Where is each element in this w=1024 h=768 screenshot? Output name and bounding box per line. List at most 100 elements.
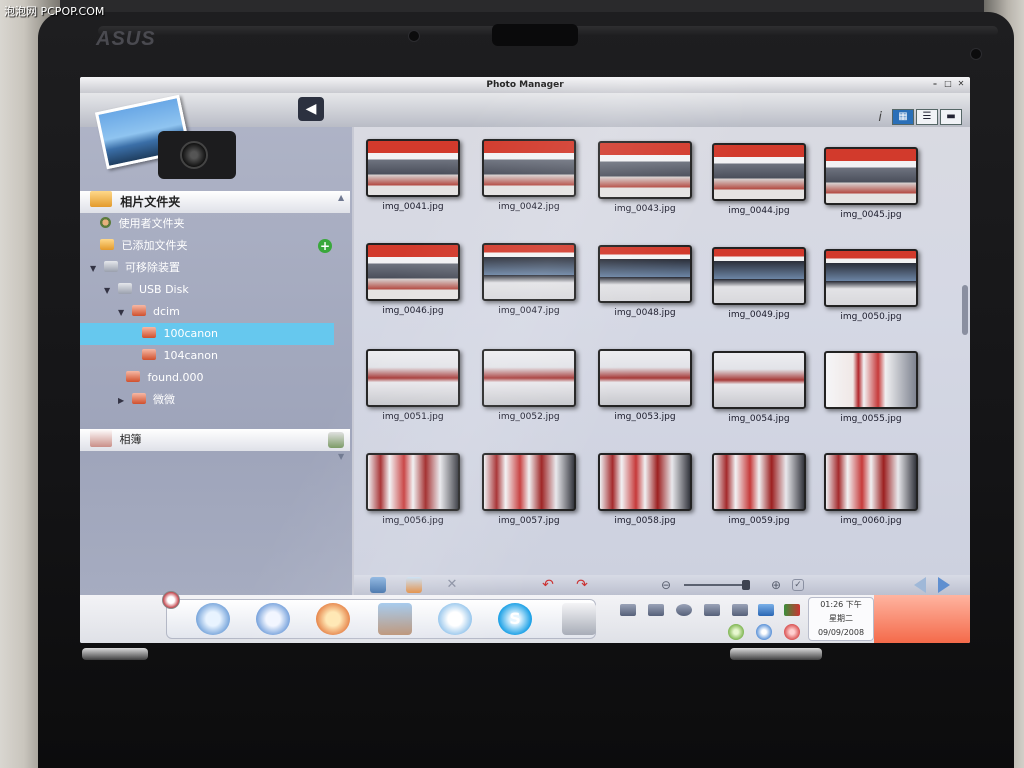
collapse-arrow-icon[interactable]: ▼ [90, 258, 100, 280]
thumbnail-image[interactable] [824, 249, 918, 307]
delete-icon[interactable]: ✕ [444, 577, 460, 593]
photo-thumbnail[interactable]: img_0041.jpg [366, 139, 460, 213]
sidebar-item-weiwei[interactable]: ▶ 微微 [80, 389, 350, 411]
photo-thumbnail[interactable]: img_0055.jpg [824, 351, 918, 425]
tray-battery-icon[interactable] [784, 604, 800, 616]
photo-thumbnail[interactable]: img_0045.jpg [824, 147, 918, 221]
add-folder-icon[interactable]: + [318, 239, 332, 253]
sidebar-item-user-folders[interactable]: 使用者文件夹 [80, 213, 350, 235]
internet-icon[interactable] [196, 603, 230, 635]
info-icon[interactable]: i [878, 110, 882, 125]
thumbnail-image[interactable] [824, 351, 918, 409]
collapse-arrow-icon[interactable]: ▼ [104, 280, 114, 302]
tray-help-icon[interactable] [728, 624, 744, 640]
minimize-icon[interactable]: – [930, 79, 940, 89]
next-page-icon[interactable] [938, 577, 950, 593]
start-orb-icon[interactable] [162, 591, 180, 609]
media-icon[interactable] [256, 603, 290, 635]
photo-thumbnail[interactable]: img_0058.jpg [598, 453, 692, 527]
tray-keyboard-icon[interactable] [704, 604, 720, 616]
sidebar-item-added-folders[interactable]: 已添加文件夹 + [80, 235, 350, 257]
thumbnail-image[interactable] [712, 453, 806, 511]
photo-thumbnail[interactable]: img_0059.jpg [712, 453, 806, 527]
album-header[interactable]: 相簿 [80, 429, 350, 451]
zoom-out-icon[interactable]: ⊖ [658, 577, 674, 593]
photo-thumbnail[interactable]: img_0054.jpg [712, 351, 806, 425]
thumbnail-image[interactable] [482, 349, 576, 407]
photo-manager-icon[interactable] [378, 603, 412, 635]
back-arrow-icon[interactable]: ◀ [298, 97, 324, 121]
thumbnail-image[interactable] [366, 453, 460, 511]
previous-page-icon[interactable] [914, 577, 926, 593]
photo-thumbnail[interactable]: img_0049.jpg [712, 247, 806, 321]
upload-icon[interactable] [370, 577, 386, 593]
tray-camera-icon[interactable] [620, 604, 636, 616]
photo-thumbnail[interactable]: img_0050.jpg [824, 249, 918, 323]
thumbnail-image[interactable] [482, 243, 576, 301]
thumbnail-image[interactable] [366, 349, 460, 407]
thumbnail-image[interactable] [824, 453, 918, 511]
sidebar-item-found000[interactable]: found.000 [80, 367, 350, 389]
grid-view-icon[interactable]: ▦ [892, 109, 914, 125]
expand-arrow-icon[interactable]: ▶ [118, 390, 128, 412]
sidebar-item-100canon[interactable]: 100canon [80, 323, 334, 345]
preview-view-icon[interactable]: ▬ [940, 109, 962, 125]
sidebar-item-usb-disk[interactable]: ▼ USB Disk [80, 279, 350, 301]
window-title: Photo Manager [486, 80, 564, 90]
thumbnail-image[interactable] [366, 139, 460, 197]
photo-thumbnail[interactable]: img_0052.jpg [482, 349, 576, 423]
tray-display-icon[interactable] [648, 604, 664, 616]
photo-thumbnail[interactable]: img_0043.jpg [598, 141, 692, 215]
collapse-arrow-icon[interactable]: ▼ [118, 302, 128, 324]
settings-icon[interactable] [562, 603, 596, 635]
scroll-up-icon[interactable]: ▲ [338, 193, 346, 202]
share-icon[interactable] [406, 577, 422, 593]
skype-icon[interactable]: S [498, 603, 532, 635]
rotate-right-icon[interactable]: ↷ [574, 577, 590, 593]
thumbnail-image[interactable] [482, 453, 576, 511]
photo-thumbnail[interactable]: img_0042.jpg [482, 139, 576, 213]
thumbnail-image[interactable] [712, 143, 806, 201]
thumbnail-image[interactable] [598, 349, 692, 407]
grid-scrollbar[interactable] [962, 285, 968, 335]
thumbnail-image[interactable] [712, 247, 806, 305]
photo-thumbnail[interactable]: img_0046.jpg [366, 243, 460, 317]
sidebar-item-removable[interactable]: ▼ 可移除装置 [80, 257, 350, 279]
photo-thumbnail[interactable]: img_0044.jpg [712, 143, 806, 217]
list-view-icon[interactable]: ☰ [916, 109, 938, 125]
zoom-slider-knob[interactable] [742, 580, 750, 590]
thumbnail-image[interactable] [598, 141, 692, 199]
thumbnail-image[interactable] [366, 243, 460, 301]
clock[interactable]: 01:26 下午 星期二 09/09/2008 [808, 597, 874, 641]
tray-disc-icon[interactable] [676, 604, 692, 616]
photo-thumbnail[interactable]: img_0048.jpg [598, 245, 692, 319]
add-album-icon[interactable] [328, 432, 344, 448]
photo-folders-header[interactable]: 相片文件夹 [80, 191, 350, 213]
tray-monitor-icon[interactable] [732, 604, 748, 616]
photo-thumbnail[interactable]: img_0057.jpg [482, 453, 576, 527]
thumbnail-image[interactable] [824, 147, 918, 205]
thumbnail-image[interactable] [482, 139, 576, 197]
close-icon[interactable]: ✕ [956, 79, 966, 89]
tray-network-icon[interactable] [758, 604, 774, 616]
power-icon[interactable] [784, 624, 800, 640]
zoom-slider[interactable] [684, 584, 750, 586]
thumbnail-image[interactable] [712, 351, 806, 409]
music-icon[interactable] [316, 603, 350, 635]
thumbnail-image[interactable] [598, 245, 692, 303]
photo-thumbnail[interactable]: img_0051.jpg [366, 349, 460, 423]
photo-thumbnail[interactable]: img_0053.jpg [598, 349, 692, 423]
zoom-in-icon[interactable]: ⊕ [768, 577, 784, 593]
rotate-left-icon[interactable]: ↶ [540, 577, 556, 593]
maximize-icon[interactable]: □ [943, 79, 953, 89]
photo-thumbnail[interactable]: img_0060.jpg [824, 453, 918, 527]
fit-checkbox[interactable]: ✓ [792, 579, 804, 591]
sidebar-item-dcim[interactable]: ▼ dcim [80, 301, 350, 323]
sidebar-item-104canon[interactable]: 104canon [80, 345, 350, 367]
photo-thumbnail[interactable]: img_0056.jpg [366, 453, 460, 527]
tray-info-icon[interactable] [756, 624, 772, 640]
chat-icon[interactable] [438, 603, 472, 635]
scroll-down-icon[interactable]: ▼ [338, 452, 346, 461]
thumbnail-image[interactable] [598, 453, 692, 511]
photo-thumbnail[interactable]: img_0047.jpg [482, 243, 576, 317]
